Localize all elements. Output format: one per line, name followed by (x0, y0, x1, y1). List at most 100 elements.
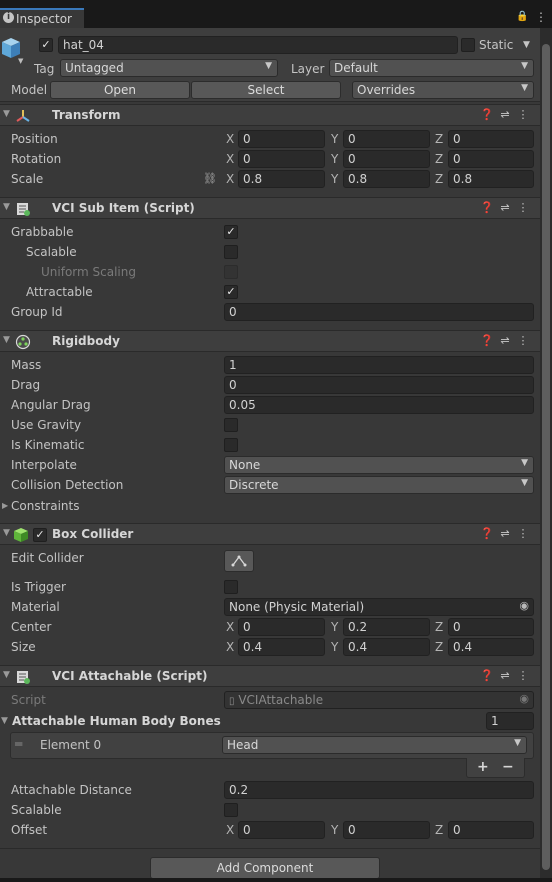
more-icon[interactable]: ⋮ (514, 527, 532, 540)
size-y-field[interactable]: 0.4 (343, 638, 430, 656)
transform-header[interactable]: ▼ Transform ❓ ⇌ ⋮ (0, 104, 540, 126)
constraints-foldout-icon[interactable]: ▶ (2, 501, 8, 510)
offset-x-field[interactable]: 0 (238, 821, 325, 839)
center-y-field[interactable]: 0.2 (343, 618, 430, 636)
scalable-checkbox[interactable] (224, 245, 238, 259)
more-icon[interactable]: ⋮ (514, 201, 532, 214)
more-icon[interactable]: ⋮ (535, 10, 547, 24)
preset-icon[interactable]: ⇌ (496, 108, 514, 121)
edit-collider-icon (231, 555, 247, 567)
rigidbody-header[interactable]: ▼ Rigidbody ❓ ⇌ ⋮ (0, 330, 540, 352)
scrollbar-thumb[interactable] (542, 44, 550, 870)
is-kinematic-checkbox[interactable] (224, 438, 238, 452)
axis-x-label: X (226, 620, 235, 634)
add-element-button[interactable]: + (477, 759, 489, 775)
axis-y-label: Y (331, 620, 339, 634)
bones-size-field[interactable]: 1 (486, 712, 534, 730)
offset-z-field[interactable]: 0 (448, 821, 534, 839)
box-collider-header[interactable]: ▼ ✓ Box Collider ❓ ⇌ ⋮ (0, 523, 540, 545)
size-x-field[interactable]: 0.4 (238, 638, 325, 656)
position-y-field[interactable]: 0 (343, 130, 430, 148)
constraints-label[interactable]: Constraints (11, 499, 79, 513)
scrollbar[interactable] (540, 28, 552, 878)
link-icon[interactable]: ⛓ (203, 172, 217, 185)
static-dropdown-icon[interactable]: ▼ (523, 40, 530, 50)
preset-icon[interactable]: ⇌ (496, 669, 514, 682)
use-gravity-checkbox[interactable] (224, 418, 238, 432)
vci-attachable-header[interactable]: ▼ VCI Attachable (Script) ❓ ⇌ ⋮ (0, 665, 540, 687)
tab-title: Inspector (16, 12, 72, 26)
more-icon[interactable]: ⋮ (514, 108, 532, 121)
material-field[interactable]: None (Physic Material) ◉ (224, 598, 534, 616)
grabbable-label: Grabbable (11, 225, 74, 239)
scalable-checkbox[interactable] (224, 803, 238, 817)
center-x-field[interactable]: 0 (238, 618, 325, 636)
scale-y-field[interactable]: 0.8 (343, 170, 430, 188)
scale-z-field[interactable]: 0.8 (448, 170, 534, 188)
axis-z-label: Z (435, 640, 444, 654)
help-icon[interactable]: ❓ (478, 669, 496, 682)
foldout-arrow-icon[interactable]: ▼ (3, 202, 10, 212)
overrides-dropdown[interactable]: Overrides ▼ (352, 81, 534, 99)
help-icon[interactable]: ❓ (478, 527, 496, 540)
offset-y-field[interactable]: 0 (343, 821, 430, 839)
interpolate-dropdown[interactable]: None ▼ (224, 456, 534, 474)
grabbable-checkbox[interactable]: ✓ (224, 225, 238, 239)
box-collider-enabled-checkbox[interactable]: ✓ (33, 528, 47, 542)
lock-icon[interactable]: 🔒 (516, 11, 528, 22)
chevron-down-icon[interactable]: ▼ (18, 57, 23, 65)
foldout-arrow-icon[interactable]: ▼ (3, 109, 10, 119)
drag-field[interactable]: 0 (224, 376, 534, 394)
more-icon[interactable]: ⋮ (514, 334, 532, 347)
center-z-field[interactable]: 0 (448, 618, 534, 636)
position-z-field[interactable]: 0 (448, 130, 534, 148)
object-name-field[interactable]: hat_04 (58, 36, 458, 54)
edit-collider-button[interactable] (224, 550, 254, 572)
position-x-field[interactable]: 0 (238, 130, 325, 148)
foldout-arrow-icon[interactable]: ▼ (3, 670, 10, 680)
offset-row: Offset X 0 Y 0 Z 0 (0, 820, 540, 840)
tag-dropdown[interactable]: Untagged ▼ (60, 59, 278, 77)
is-trigger-checkbox[interactable] (224, 580, 238, 594)
preset-icon[interactable]: ⇌ (496, 334, 514, 347)
overrides-label: Overrides (357, 83, 416, 97)
select-button[interactable]: Select (191, 81, 341, 99)
attachable-distance-label: Attachable Distance (11, 783, 132, 797)
collision-detection-dropdown[interactable]: Discrete ▼ (224, 476, 534, 494)
attractable-checkbox[interactable]: ✓ (224, 285, 238, 299)
group-id-field[interactable]: 0 (224, 303, 534, 321)
open-button[interactable]: Open (50, 81, 190, 99)
rotation-z-field[interactable]: 0 (448, 150, 534, 168)
foldout-arrow-icon[interactable]: ▼ (3, 528, 10, 538)
object-picker-icon[interactable]: ◉ (519, 599, 529, 612)
static-checkbox[interactable] (461, 38, 475, 52)
help-icon[interactable]: ❓ (478, 108, 496, 121)
mass-field[interactable]: 1 (224, 356, 534, 374)
element-0-dropdown[interactable]: Head ▼ (222, 736, 527, 754)
layer-dropdown[interactable]: Default ▼ (329, 59, 534, 77)
size-z-field[interactable]: 0.4 (448, 638, 534, 656)
bones-foldout-icon[interactable]: ▼ (1, 716, 8, 726)
component-title: Transform (52, 108, 121, 122)
remove-element-button[interactable]: − (502, 759, 514, 775)
add-component-button[interactable]: Add Component (150, 857, 380, 879)
more-icon[interactable]: ⋮ (514, 669, 532, 682)
attachable-distance-field[interactable]: 0.2 (224, 781, 534, 799)
tab-inspector[interactable]: i Inspector (0, 8, 84, 28)
rotation-y-field[interactable]: 0 (343, 150, 430, 168)
preset-icon[interactable]: ⇌ (496, 201, 514, 214)
scale-x-field[interactable]: 0.8 (238, 170, 325, 188)
bones-label[interactable]: Attachable Human Body Bones (12, 714, 221, 728)
help-icon[interactable]: ❓ (478, 334, 496, 347)
vci-sub-item-header[interactable]: ▼ VCI Sub Item (Script) ❓ ⇌ ⋮ (0, 197, 540, 219)
static-label: Static (479, 38, 514, 52)
help-icon[interactable]: ❓ (478, 201, 496, 214)
angular-drag-field[interactable]: 0.05 (224, 396, 534, 414)
foldout-arrow-icon[interactable]: ▼ (3, 335, 10, 345)
rotation-x-field[interactable]: 0 (238, 150, 325, 168)
preset-icon[interactable]: ⇌ (496, 527, 514, 540)
center-row: Center X 0 Y 0.2 Z 0 (0, 617, 540, 637)
drag-handle-icon[interactable]: ═ (15, 737, 22, 751)
collision-detection-value: Discrete (229, 478, 279, 492)
active-checkbox[interactable]: ✓ (39, 38, 53, 52)
